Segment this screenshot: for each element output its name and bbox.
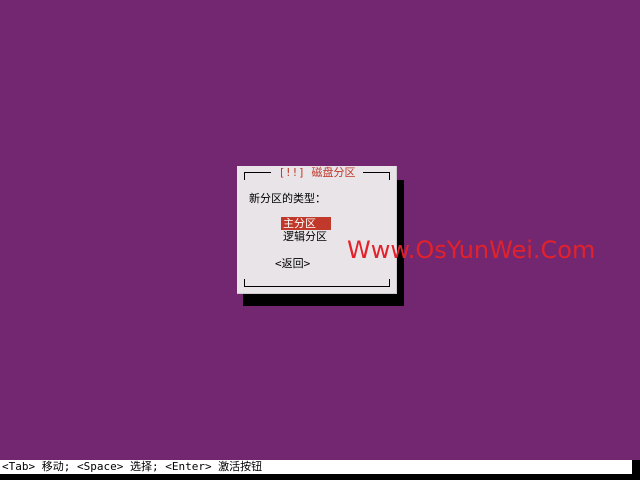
dialog-title: [!!] 磁盘分区: [271, 166, 363, 180]
watermark: Www.OsYunWei.Com: [347, 236, 596, 264]
option-logical-partition[interactable]: 逻辑分区: [281, 230, 331, 243]
back-button[interactable]: <返回>: [275, 257, 310, 271]
option-primary-partition[interactable]: 主分区: [281, 217, 331, 230]
bottom-strip: [0, 474, 640, 480]
dialog-frame-bottom: [244, 279, 390, 287]
partition-type-prompt: 新分区的类型：: [249, 192, 326, 205]
statusbar-corner: [632, 460, 640, 474]
keyboard-hint-bar: <Tab> 移动; <Space> 选择; <Enter> 激活按钮: [0, 460, 632, 474]
partition-dialog: [!!] 磁盘分区 新分区的类型： 主分区 逻辑分区 <返回>: [237, 166, 397, 294]
